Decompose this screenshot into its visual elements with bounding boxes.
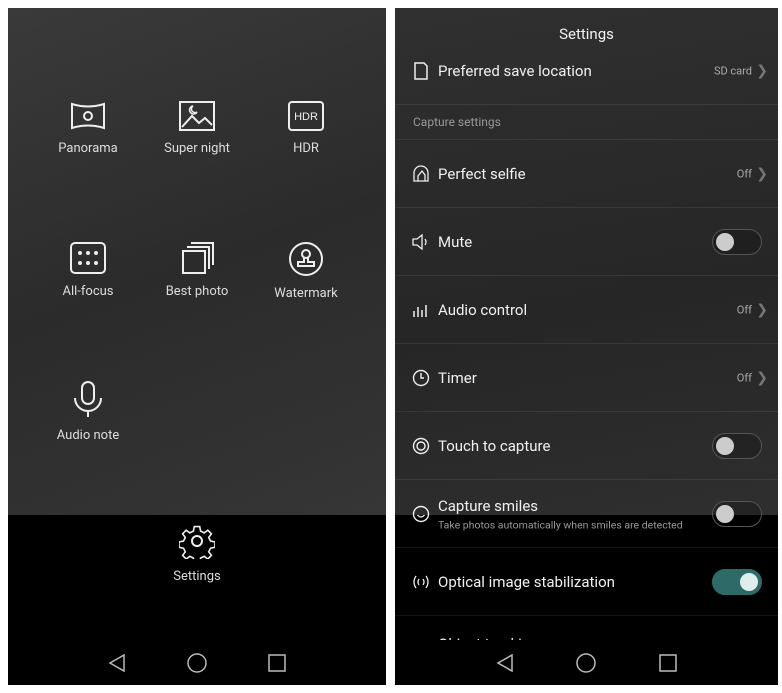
mode-label: All-focus: [62, 284, 114, 299]
settings-screen: Settings Preferred save location SD card…: [395, 8, 778, 685]
section-label: Capture settings: [413, 115, 501, 129]
setting-description: Take photos automatically when smiles ar…: [438, 518, 683, 532]
setting-mute[interactable]: Mute: [395, 208, 778, 276]
super-night-icon: [179, 101, 215, 131]
svg-text:HDR: HDR: [294, 111, 318, 123]
setting-label: Preferred save location: [438, 62, 592, 80]
setting-value: Off: [736, 371, 752, 384]
navigation-bar: [395, 640, 778, 685]
setting-label: Touch to capture: [438, 436, 551, 455]
home-icon[interactable]: [576, 652, 597, 673]
mode-best-photo[interactable]: Best photo: [142, 242, 252, 299]
smile-icon: [412, 505, 430, 522]
mode-label: Watermark: [274, 286, 338, 301]
recents-icon[interactable]: [267, 653, 286, 672]
file-icon: [414, 62, 428, 80]
gear-icon: [179, 525, 215, 559]
watermark-icon: [289, 242, 323, 276]
setting-value: Off: [736, 167, 752, 180]
setting-value: Off: [736, 303, 752, 316]
setting-label: Perfect selfie: [438, 164, 526, 183]
mode-panorama[interactable]: Panorama: [33, 101, 143, 156]
selfie-icon: [413, 164, 429, 182]
setting-timer[interactable]: Timer Off ❯: [395, 344, 778, 412]
setting-optical-image-stabilization[interactable]: Optical image stabilization: [395, 548, 778, 616]
speaker-icon: [412, 233, 427, 250]
audio-bars-icon: [413, 304, 427, 317]
chevron-right-icon: ❯: [756, 165, 768, 182]
hdr-icon: HDR: [288, 101, 324, 131]
clock-icon: [412, 369, 430, 386]
mode-label: Super night: [164, 141, 230, 156]
settings-button[interactable]: Settings: [142, 523, 252, 584]
setting-perfect-selfie[interactable]: Perfect selfie Off ❯: [395, 140, 778, 208]
capture-smiles-toggle[interactable]: [712, 500, 762, 527]
mode-watermark[interactable]: Watermark: [251, 242, 361, 301]
setting-value: SD card: [713, 64, 752, 78]
touch-capture-icon: [412, 437, 430, 454]
setting-touch-to-capture[interactable]: Touch to capture: [395, 412, 778, 480]
recents-icon[interactable]: [659, 653, 677, 672]
setting-label: Audio control: [438, 300, 528, 319]
microphone-icon: [74, 381, 102, 417]
camera-modes-screen: Panorama Super night HDR HDR All-focus B…: [8, 8, 386, 685]
mode-audio-note[interactable]: Audio note: [33, 380, 143, 443]
setting-capture-smiles[interactable]: Capture smiles Take photos automatically…: [395, 480, 778, 548]
mode-label: Best photo: [165, 284, 229, 299]
panorama-icon: [71, 102, 105, 130]
setting-label: Timer: [438, 368, 477, 387]
touch-to-capture-toggle[interactable]: [712, 432, 762, 459]
back-icon[interactable]: [108, 653, 126, 672]
chevron-right-icon: ❯: [756, 63, 768, 79]
back-icon[interactable]: [496, 653, 514, 672]
mode-hdr[interactable]: HDR HDR: [251, 101, 361, 156]
all-focus-icon: [70, 242, 106, 274]
best-photo-icon: [182, 242, 214, 274]
mode-label: Panorama: [58, 141, 118, 156]
stabilization-icon: [413, 575, 429, 588]
chevron-right-icon: ❯: [756, 369, 768, 386]
setting-audio-control[interactable]: Audio control Off ❯: [395, 276, 778, 344]
setting-label: Capture smiles: [438, 497, 539, 515]
setting-label: Mute: [438, 232, 473, 251]
setting-label: Optical image stabilization: [438, 572, 615, 591]
setting-save-location[interactable]: Preferred save location SD card ❯: [395, 38, 778, 105]
mode-all-focus[interactable]: All-focus: [33, 242, 143, 299]
mute-toggle[interactable]: [712, 228, 762, 255]
chevron-right-icon: ❯: [756, 301, 768, 318]
section-header: Capture settings: [395, 105, 778, 140]
settings-label: Settings: [173, 569, 221, 584]
ois-toggle[interactable]: [712, 568, 762, 595]
mode-label: HDR: [293, 141, 319, 156]
mode-super-night[interactable]: Super night: [142, 101, 252, 156]
navigation-bar: [8, 640, 386, 685]
home-icon[interactable]: [187, 652, 207, 673]
mode-label: Audio note: [56, 428, 120, 443]
